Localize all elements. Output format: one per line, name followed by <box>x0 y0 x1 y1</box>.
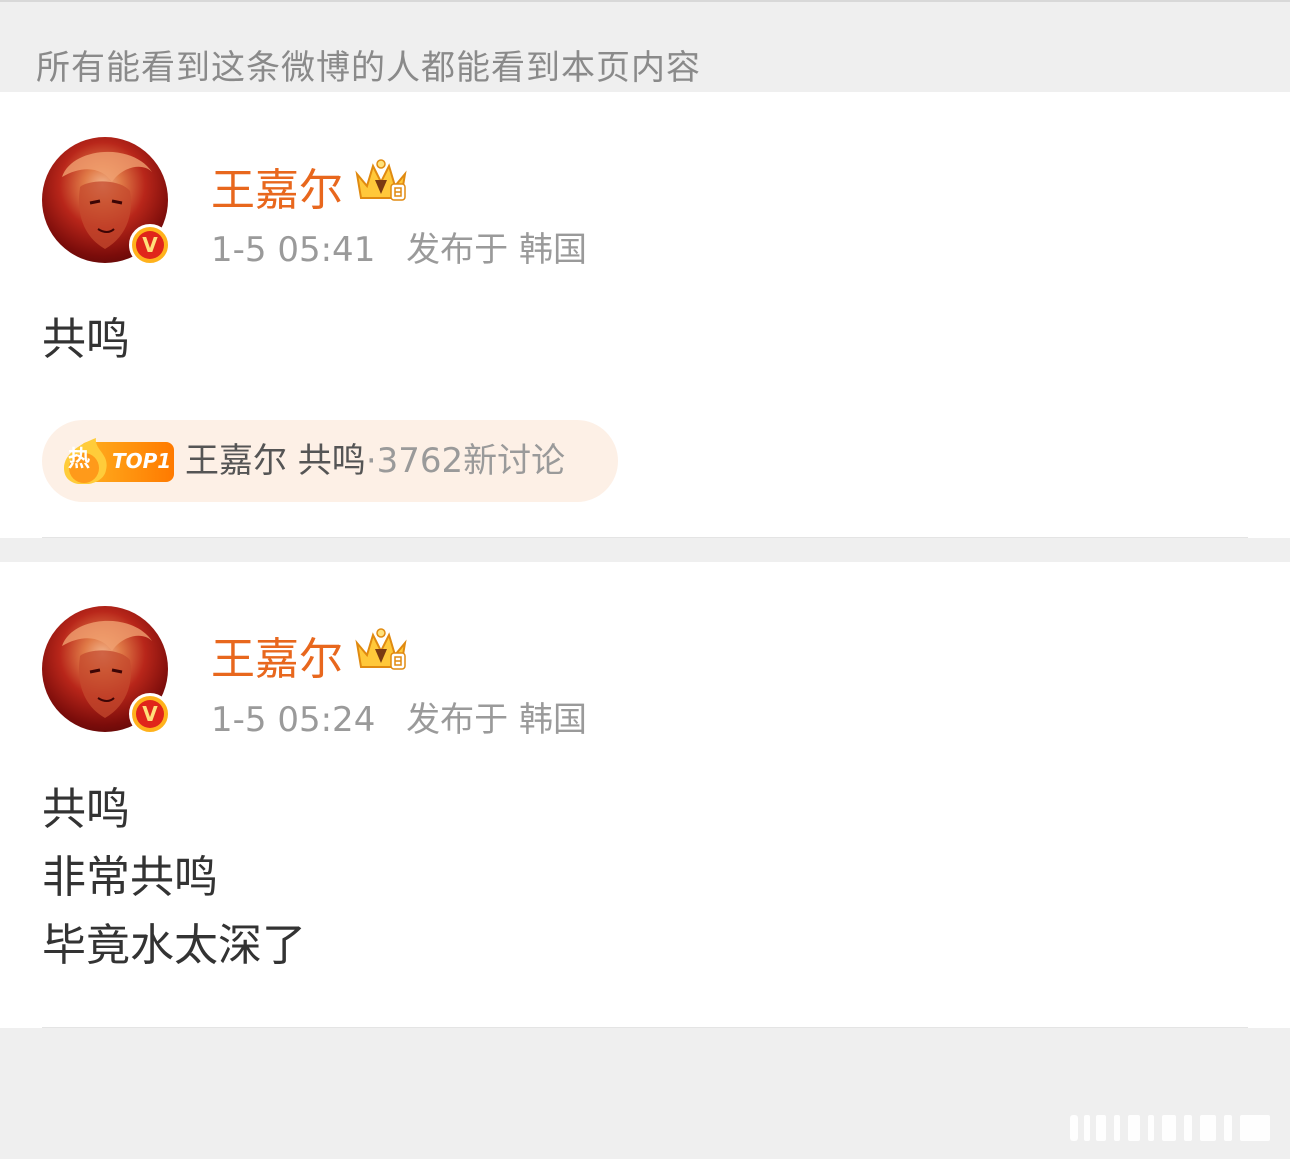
card-divider <box>42 1027 1248 1028</box>
crown-vip-icon[interactable] <box>353 156 409 204</box>
verified-v-badge-icon: V <box>129 224 171 266</box>
topic-discussion-count: ·3762新讨论 <box>365 441 566 481</box>
topic-text: 王嘉尔 共鸣·3762新讨论 <box>185 438 565 484</box>
author-name[interactable]: 王嘉尔 <box>211 154 343 218</box>
rank-label: TOP1 <box>112 449 172 473</box>
post-body: 共鸣 <box>42 306 130 374</box>
hot-topic-link[interactable]: 热 TOP1 王嘉尔 共鸣·3762新讨论 <box>42 420 618 502</box>
post-card-1[interactable]: V 王嘉尔 1-5 05:41 发布于 韩国 共鸣 热 TOP1 王嘉尔 共鸣·… <box>0 92 1290 538</box>
watermark-barcode <box>1070 1115 1270 1141</box>
post-time: 1-5 05:41 <box>211 230 376 270</box>
visibility-notice: 所有能看到这条微博的人都能看到本页内容 <box>36 48 701 88</box>
post-line: 非常共鸣 <box>42 852 218 903</box>
post-time: 1-5 05:24 <box>211 700 376 740</box>
topic-title: 王嘉尔 共鸣 <box>185 441 366 481</box>
post-body: 共鸣 非常共鸣 毕竟水太深了 <box>42 776 306 980</box>
post-meta: 1-5 05:24 发布于 韩国 <box>211 692 587 741</box>
post-line: 共鸣 <box>42 314 130 365</box>
post-location: 发布于 韩国 <box>406 700 587 740</box>
post-card-2[interactable]: V 王嘉尔 1-5 05:24 发布于 韩国 共鸣 非常共鸣 毕竟水太深了 <box>0 562 1290 1028</box>
post-location: 发布于 韩国 <box>406 230 587 270</box>
post-meta: 1-5 05:41 发布于 韩国 <box>211 222 587 271</box>
hot-label: 热 <box>68 447 91 472</box>
crown-vip-icon[interactable] <box>353 625 409 673</box>
post-line: 毕竟水太深了 <box>42 920 306 971</box>
top-border <box>0 0 1290 2</box>
post-line: 共鸣 <box>42 784 130 835</box>
card-divider <box>42 537 1248 538</box>
verified-v-badge-icon: V <box>129 693 171 735</box>
author-name[interactable]: 王嘉尔 <box>211 623 343 687</box>
